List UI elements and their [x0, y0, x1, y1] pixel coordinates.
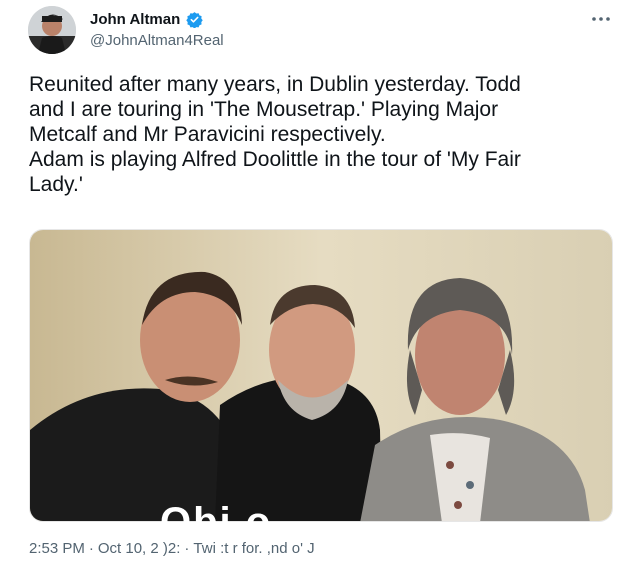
more-horizontal-icon[interactable]: [590, 12, 612, 26]
tweet-source[interactable]: Twi :t r for. ,nd o' J: [193, 540, 314, 557]
meta-separator: ·: [88, 540, 94, 557]
display-name[interactable]: John Altman: [90, 11, 180, 28]
verified-badge-icon: [186, 11, 203, 28]
tweet-photo[interactable]: [29, 229, 613, 522]
avatar[interactable]: [28, 6, 76, 54]
tweet-date[interactable]: Oct 10, 2 )2:: [98, 540, 181, 557]
tweet-card: John Altman @JohnAltman4Real Reunited af…: [0, 0, 634, 568]
author-names: John Altman @JohnAltman4Real: [90, 9, 224, 50]
display-name-row: John Altman: [90, 9, 224, 29]
group-photo-three-men-icon: [30, 230, 612, 521]
author-handle[interactable]: @JohnAltman4Real: [90, 32, 224, 49]
tweet-time[interactable]: 2:53 PM: [29, 540, 85, 557]
tweet-header: John Altman @JohnAltman4Real: [28, 4, 620, 56]
photo-overlay-text: Obi o: [160, 500, 273, 522]
tweet-text: Reunited after many years, in Dublin yes…: [29, 73, 521, 196]
meta-separator-2: ·: [184, 540, 190, 557]
avatar-image: [28, 6, 76, 54]
tweet-meta: 2:53 PM · Oct 10, 2 )2: · Twi :t r for. …: [29, 540, 315, 557]
